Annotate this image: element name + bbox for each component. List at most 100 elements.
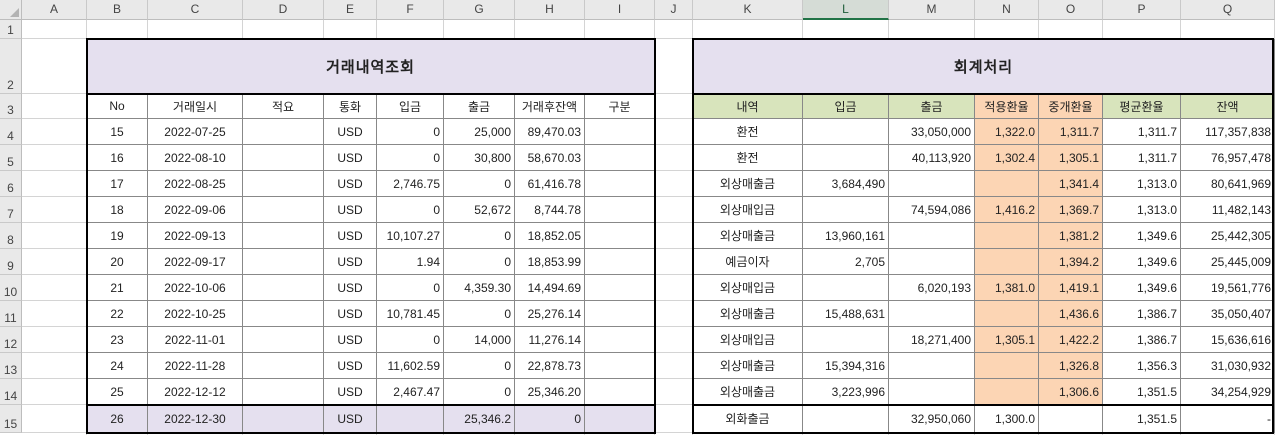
right-cell[interactable]: 1,341.4 (1039, 171, 1103, 197)
left-cell[interactable] (243, 197, 324, 223)
left-cell[interactable]: USD (324, 327, 377, 353)
left-cell[interactable]: 0 (515, 405, 585, 433)
right-cell[interactable]: 15,394,316 (803, 353, 889, 379)
right-cell[interactable]: 1,386.7 (1103, 301, 1181, 327)
right-cell[interactable]: 1,311.7 (1103, 119, 1181, 145)
left-cell[interactable]: 26 (87, 405, 148, 433)
left-cell[interactable]: 0 (377, 327, 444, 353)
row-header-1[interactable]: 1 (0, 20, 22, 39)
right-cell[interactable]: 31,030,932 (1181, 353, 1275, 379)
left-cell[interactable]: 0 (377, 197, 444, 223)
right-cell[interactable]: 3,223,996 (803, 379, 889, 405)
column-header-h[interactable]: H (515, 0, 585, 20)
left-cell[interactable] (243, 353, 324, 379)
column-header-l[interactable]: L (803, 0, 889, 20)
right-cell[interactable]: 117,357,838 (1181, 119, 1275, 145)
row-header-10[interactable]: 10 (0, 275, 22, 301)
column-header-b[interactable]: B (87, 0, 148, 20)
left-cell[interactable]: 24 (87, 353, 148, 379)
left-cell[interactable] (243, 249, 324, 275)
left-cell[interactable]: 2022-07-25 (148, 119, 243, 145)
left-cell[interactable] (243, 275, 324, 301)
right-cell[interactable]: 1,313.0 (1103, 197, 1181, 223)
right-cell[interactable]: 1,351.5 (1103, 405, 1181, 433)
right-cell[interactable]: 환전 (693, 119, 803, 145)
left-cell[interactable]: 20 (87, 249, 148, 275)
left-cell[interactable] (243, 171, 324, 197)
left-cell[interactable]: USD (324, 145, 377, 171)
right-cell[interactable]: 외상매출금 (693, 353, 803, 379)
column-header-e[interactable]: E (324, 0, 377, 20)
right-cell[interactable] (803, 145, 889, 171)
right-cell[interactable]: 외상매출금 (693, 379, 803, 405)
left-cell[interactable]: 0 (377, 145, 444, 171)
row-header-14[interactable]: 14 (0, 379, 22, 405)
right-cell[interactable] (889, 301, 975, 327)
left-cell[interactable]: 14,000 (444, 327, 515, 353)
row-header-13[interactable]: 13 (0, 353, 22, 379)
left-cell[interactable] (243, 145, 324, 171)
left-cell[interactable]: USD (324, 171, 377, 197)
left-cell[interactable]: USD (324, 119, 377, 145)
right-cell[interactable]: 19,561,776 (1181, 275, 1275, 301)
left-cell[interactable]: USD (324, 197, 377, 223)
left-cell[interactable]: 2022-09-06 (148, 197, 243, 223)
left-cell[interactable] (243, 327, 324, 353)
right-cell[interactable]: 1,351.5 (1103, 379, 1181, 405)
column-header-a[interactable]: A (22, 0, 87, 20)
left-cell[interactable]: 14,494.69 (515, 275, 585, 301)
left-cell[interactable]: 30,800 (444, 145, 515, 171)
right-cell[interactable] (803, 327, 889, 353)
left-cell[interactable]: USD (324, 405, 377, 433)
left-cell[interactable]: 89,470.03 (515, 119, 585, 145)
left-cell[interactable] (585, 249, 655, 275)
right-cell[interactable] (975, 171, 1039, 197)
right-cell[interactable]: 1,302.4 (975, 145, 1039, 171)
left-cell[interactable] (585, 379, 655, 405)
row-header-6[interactable]: 6 (0, 171, 22, 197)
left-cell[interactable]: 2022-11-28 (148, 353, 243, 379)
right-cell[interactable]: 11,482,143 (1181, 197, 1275, 223)
right-cell[interactable]: 1,349.6 (1103, 275, 1181, 301)
left-cell[interactable]: 4,359.30 (444, 275, 515, 301)
left-cell[interactable]: 25 (87, 379, 148, 405)
left-cell[interactable]: 25,346.20 (515, 379, 585, 405)
left-cell[interactable] (377, 405, 444, 433)
left-cell[interactable]: 2022-08-25 (148, 171, 243, 197)
right-cell[interactable]: 74,594,086 (889, 197, 975, 223)
right-cell[interactable]: 25,442,305 (1181, 223, 1275, 249)
left-cell[interactable]: 16 (87, 145, 148, 171)
left-cell[interactable]: 0 (444, 353, 515, 379)
right-cell[interactable]: 외상매출금 (693, 171, 803, 197)
left-cell[interactable] (585, 301, 655, 327)
left-cell[interactable] (585, 327, 655, 353)
left-cell[interactable]: 2022-12-12 (148, 379, 243, 405)
left-cell[interactable]: 0 (444, 223, 515, 249)
right-cell[interactable]: 1,422.2 (1039, 327, 1103, 353)
row-header-12[interactable]: 12 (0, 327, 22, 353)
left-cell[interactable]: 25,346.2 (444, 405, 515, 433)
left-cell[interactable]: 11,602.59 (377, 353, 444, 379)
right-cell[interactable]: 80,641,969 (1181, 171, 1275, 197)
right-cell[interactable]: 25,445,009 (1181, 249, 1275, 275)
left-cell[interactable]: 1.94 (377, 249, 444, 275)
right-cell[interactable]: 1,305.1 (975, 327, 1039, 353)
right-cell[interactable]: 13,960,161 (803, 223, 889, 249)
row-header-4[interactable]: 4 (0, 119, 22, 145)
row-header-2[interactable]: 2 (0, 39, 22, 94)
right-cell[interactable]: 33,050,000 (889, 119, 975, 145)
right-cell[interactable]: 1,349.6 (1103, 249, 1181, 275)
right-cell[interactable]: 40,113,920 (889, 145, 975, 171)
column-header-f[interactable]: F (377, 0, 444, 20)
right-cell[interactable]: 환전 (693, 145, 803, 171)
column-header-k[interactable]: K (693, 0, 803, 20)
left-cell[interactable] (585, 353, 655, 379)
left-cell[interactable]: 2022-11-01 (148, 327, 243, 353)
left-cell[interactable]: 23 (87, 327, 148, 353)
left-cell[interactable]: 2,746.75 (377, 171, 444, 197)
right-cell[interactable] (975, 249, 1039, 275)
left-cell[interactable] (585, 145, 655, 171)
left-cell[interactable]: 25,276.14 (515, 301, 585, 327)
left-cell[interactable]: 2022-09-17 (148, 249, 243, 275)
left-cell[interactable]: 18 (87, 197, 148, 223)
